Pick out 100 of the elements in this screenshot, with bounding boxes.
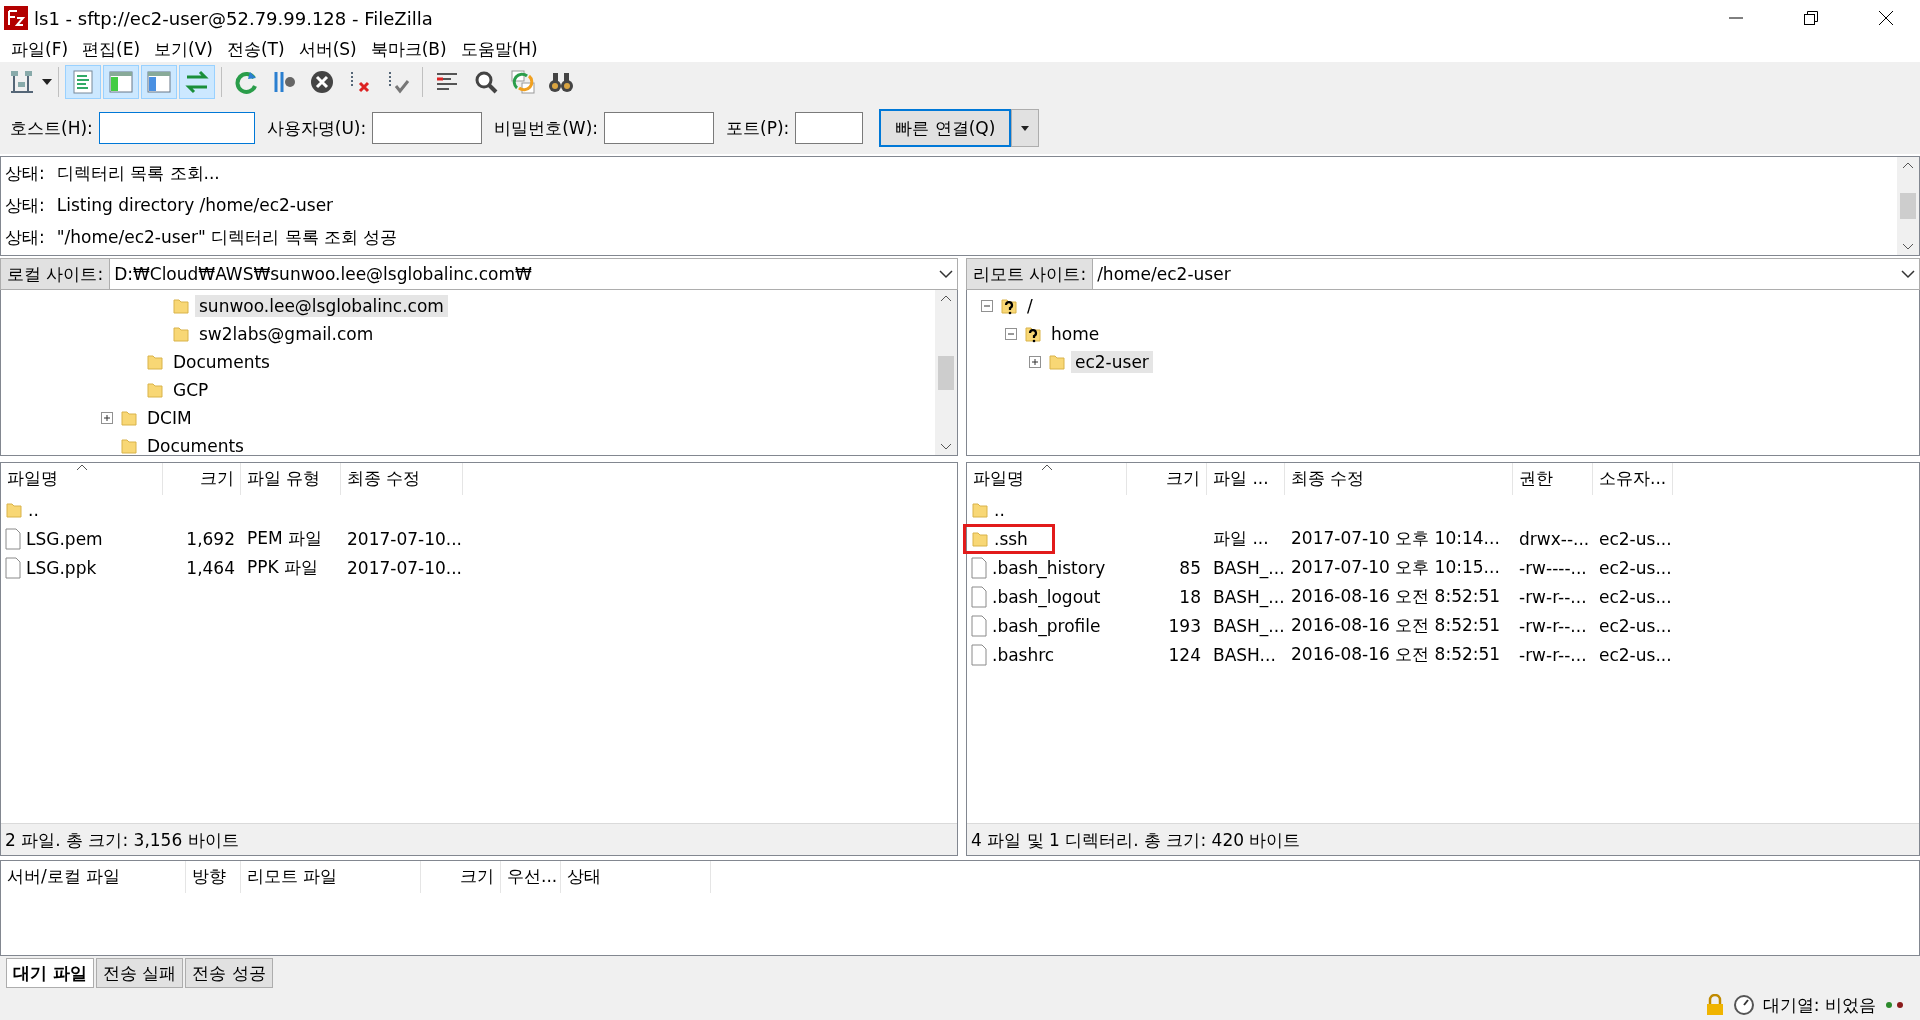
column-header[interactable]: 파일 유형 bbox=[241, 463, 341, 495]
input-field[interactable] bbox=[372, 112, 483, 144]
column-header[interactable]: 최종 수정 bbox=[1285, 463, 1513, 495]
column-header[interactable]: 크기 bbox=[163, 463, 241, 495]
file-name: LSG.pem bbox=[26, 528, 103, 549]
quick-connect-button[interactable]: 빠른 연결(Q) bbox=[879, 109, 1012, 147]
expand-toggle[interactable] bbox=[101, 412, 113, 424]
caret-icon bbox=[1021, 125, 1030, 131]
table-cell-text: BASH_... bbox=[1212, 557, 1285, 578]
panel-layout-icon bbox=[107, 68, 135, 96]
file-icon bbox=[970, 614, 988, 637]
sort-caret-icon bbox=[75, 463, 88, 471]
table-cell-text: 124 bbox=[1167, 644, 1202, 665]
log-label: 상태: bbox=[5, 193, 45, 217]
file-row[interactable]: .bash_logout 18 BASH_... 2016-08-16 오전 8:52:51 -rw-r--... ec2-us... bbox=[967, 582, 1919, 611]
table-cell-text: 1,692 bbox=[185, 528, 236, 549]
column-header[interactable]: 파일명 bbox=[1, 463, 163, 495]
table-cell-text: 2017-07-10 오후 10:14... bbox=[1290, 527, 1501, 550]
tree-item[interactable]: sw2labs@gmail.com bbox=[195, 323, 378, 345]
column-header[interactable]: 소유자... bbox=[1593, 463, 1673, 495]
field-label: 포트(P): bbox=[726, 116, 790, 140]
file-row[interactable]: .bash_history 85 BASH_... 2017-07-10 오후 10:15... -rw----... ec2-us... bbox=[967, 553, 1919, 582]
column-header[interactable]: 파일 ... bbox=[1207, 463, 1285, 495]
column-header[interactable]: 최종 수정 bbox=[341, 463, 463, 495]
input-field[interactable] bbox=[98, 112, 255, 144]
scroll-down-icon[interactable] bbox=[940, 443, 952, 451]
menu-item[interactable]: 도움말(H) bbox=[453, 36, 545, 62]
tree-item[interactable]: Documents bbox=[143, 435, 248, 457]
path-combobox[interactable]: /home/ec2-user bbox=[1093, 259, 1919, 289]
file-name: .bash_profile bbox=[992, 615, 1101, 636]
tree-item[interactable]: Documents bbox=[169, 351, 274, 373]
site-label: 리모트 사이트: bbox=[967, 259, 1094, 289]
activity-lights-icon bbox=[1884, 1001, 1906, 1009]
tree-item[interactable]: / bbox=[1023, 295, 1037, 317]
table-cell-text: -rw-r--... bbox=[1518, 586, 1588, 607]
file-icon bbox=[4, 556, 22, 579]
menu-item[interactable]: 전송(T) bbox=[219, 36, 292, 62]
table-cell-text: -rw-r--... bbox=[1518, 644, 1588, 665]
table-cell-text: 2016-08-16 오전 8:52:51 bbox=[1290, 585, 1502, 608]
file-name: .bashrc bbox=[992, 644, 1055, 665]
pane-status: 4 파일 및 1 디렉터리. 총 크기: 420 바이트 bbox=[967, 823, 1919, 855]
column-header[interactable]: 상태 bbox=[561, 861, 711, 893]
table-cell-text: -rw-r--... bbox=[1518, 615, 1588, 636]
file-icon bbox=[970, 585, 988, 608]
column-header[interactable]: 크기 bbox=[421, 861, 501, 893]
site-label: 로컬 사이트: bbox=[1, 259, 111, 289]
file-row[interactable]: .. bbox=[1, 495, 957, 524]
input-field[interactable] bbox=[795, 112, 864, 144]
table-cell-text: BASH... bbox=[1212, 644, 1277, 665]
expand-toggle[interactable] bbox=[1029, 356, 1041, 368]
table-cell-text: ec2-us... bbox=[1598, 528, 1673, 549]
speed-gauge-icon bbox=[1732, 994, 1755, 1016]
tab[interactable]: 전송 실패 bbox=[95, 958, 184, 988]
log-message: 디렉터리 목록 조회... bbox=[56, 161, 220, 185]
scroll-thumb[interactable] bbox=[938, 355, 954, 390]
collapse-toggle[interactable] bbox=[1005, 328, 1017, 340]
column-header[interactable]: 서버/로컬 파일 bbox=[1, 861, 186, 893]
scroll-up-icon[interactable] bbox=[1902, 161, 1914, 169]
close-icon bbox=[1878, 11, 1893, 25]
file-row[interactable]: .bashrc 124 BASH... 2016-08-16 오전 8:52:51 -rw-r--... ec2-us... bbox=[967, 640, 1919, 669]
file-row[interactable]: .bash_profile 193 BASH_... 2016-08-16 오전 8:52:51 -rw-r--... ec2-us... bbox=[967, 611, 1919, 640]
collapse-toggle[interactable] bbox=[981, 300, 993, 312]
column-header[interactable]: 리모트 파일 bbox=[241, 861, 421, 893]
app-logo-icon bbox=[4, 6, 28, 30]
menu-item[interactable]: 서버(S) bbox=[291, 36, 364, 62]
file-row[interactable]: LSG.ppk 1,464 PPK 파일 2017-07-10... bbox=[1, 553, 957, 582]
file-row[interactable]: LSG.pem 1,692 PEM 파일 2017-07-10... bbox=[1, 524, 957, 553]
menu-item[interactable]: 파일(F) bbox=[4, 36, 76, 62]
table-cell-text: ec2-us... bbox=[1598, 644, 1673, 665]
tree-item[interactable]: home bbox=[1047, 323, 1104, 345]
tree-item[interactable]: ec2-user bbox=[1071, 351, 1153, 373]
tab[interactable]: 전송 성공 bbox=[185, 958, 273, 988]
column-header[interactable]: 방향 bbox=[186, 861, 241, 893]
tree-item[interactable]: sunwoo.lee@lsglobalinc.com bbox=[195, 295, 448, 317]
table-cell-text: PPK 파일 bbox=[246, 556, 320, 579]
column-header[interactable]: 우선... bbox=[501, 861, 561, 893]
file-row[interactable]: .. bbox=[967, 495, 1919, 524]
column-header[interactable]: 파일명 bbox=[967, 463, 1127, 495]
tree-item[interactable]: GCP bbox=[169, 379, 213, 401]
lock-icon bbox=[1704, 994, 1725, 1016]
chevron-down-icon bbox=[939, 269, 953, 279]
scroll-thumb[interactable] bbox=[1900, 193, 1916, 219]
folder-icon bbox=[1047, 352, 1067, 372]
tree-item[interactable]: DCIM bbox=[143, 407, 196, 429]
column-header[interactable]: 권한 bbox=[1513, 463, 1593, 495]
scroll-down-icon[interactable] bbox=[1902, 243, 1914, 251]
tab[interactable]: 대기 파일 bbox=[6, 958, 94, 988]
window-title: ls1 - sftp://ec2-user@52.79.99.128 - FileZilla bbox=[34, 7, 434, 29]
menu-item[interactable]: 편집(E) bbox=[75, 36, 148, 62]
log-message: Listing directory /home/ec2-user bbox=[56, 195, 334, 215]
path-combobox[interactable]: D:₩Cloud₩AWS₩sunwoo.lee@lsglobalinc.com₩ bbox=[110, 259, 957, 289]
menu-item[interactable]: 북마크(B) bbox=[363, 36, 454, 62]
folder-icon bbox=[119, 436, 139, 456]
log-label: 상태: bbox=[5, 225, 45, 249]
table-cell-text: PEM 파일 bbox=[246, 527, 324, 550]
menu-item[interactable]: 보기(V) bbox=[147, 36, 220, 62]
column-header[interactable]: 크기 bbox=[1127, 463, 1207, 495]
input-field[interactable] bbox=[604, 112, 715, 144]
scroll-up-icon[interactable] bbox=[940, 294, 952, 302]
table-cell-text: -rw----... bbox=[1518, 557, 1588, 578]
